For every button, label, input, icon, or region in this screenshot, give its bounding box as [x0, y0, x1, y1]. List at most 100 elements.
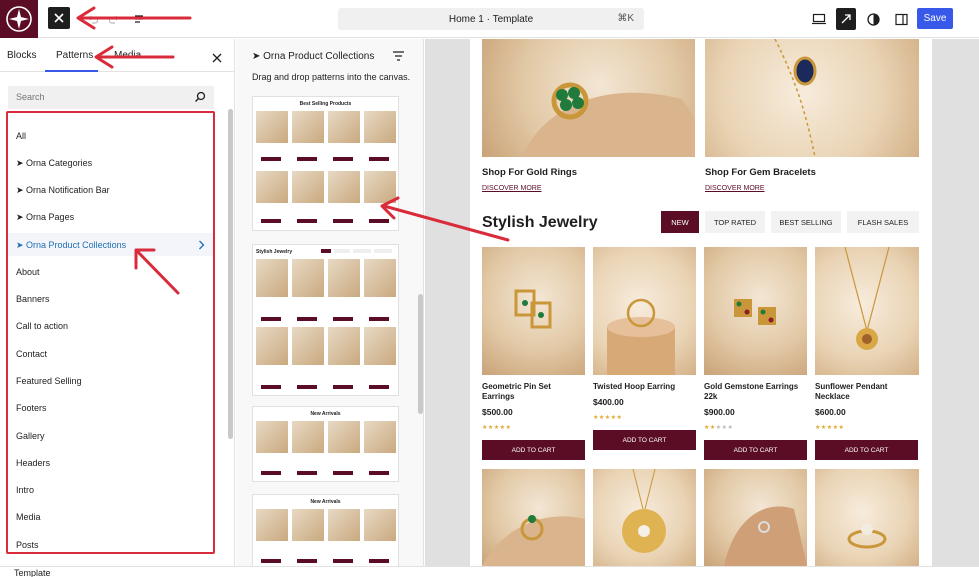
filter-tab-best-selling[interactable]: BEST SELLING	[771, 211, 841, 233]
tab-blocks[interactable]: Blocks	[7, 50, 36, 61]
preview-device-button[interactable]	[810, 10, 828, 28]
mini-cart-button	[261, 385, 281, 389]
category-item[interactable]: Contact	[16, 349, 47, 359]
pattern-preview-card[interactable]: Stylish Jewelry	[252, 244, 399, 396]
document-overview-button[interactable]	[130, 10, 148, 28]
pattern-search-field[interactable]: Search	[8, 86, 214, 109]
pattern-category-list: All ➤ Orna Categories ➤ Orna Notificatio…	[6, 111, 215, 554]
category-item[interactable]: ➤ Orna Categories	[16, 158, 92, 169]
close-icon	[54, 13, 64, 23]
sidebar-icon	[894, 13, 908, 25]
category-item-selected[interactable]: ➤ Orna Product Collections	[16, 240, 126, 251]
mini-cart-button	[369, 157, 389, 161]
filter-icon[interactable]	[393, 51, 404, 61]
pattern-preview-card[interactable]: New Arrivals	[252, 494, 399, 570]
category-item[interactable]: Banners	[16, 294, 50, 304]
add-to-cart-button[interactable]: ADD TO CART	[593, 430, 696, 450]
filter-tab-flash-sales[interactable]: FLASH SALES	[847, 211, 919, 233]
category-item[interactable]: Intro	[16, 485, 34, 495]
mini-product-image	[364, 327, 396, 365]
discover-more-link[interactable]: DISCOVER MORE	[482, 185, 542, 192]
undo-button[interactable]	[83, 10, 101, 28]
category-item[interactable]: Media	[16, 512, 41, 522]
product-image[interactable]	[815, 469, 919, 566]
category-item[interactable]: Footers	[16, 403, 47, 413]
command-palette-bar[interactable]: Home 1 · Template ⌘K	[338, 8, 644, 30]
product-image[interactable]	[593, 469, 696, 566]
mini-tab	[321, 249, 331, 253]
category-item[interactable]: Posts	[16, 540, 39, 550]
mini-cart-button	[297, 317, 317, 321]
tab-media[interactable]: Media	[114, 50, 141, 61]
category-item[interactable]: Call to action	[16, 321, 68, 331]
mini-product-image	[328, 509, 360, 541]
category-item[interactable]: ➤ Orna Pages	[16, 212, 74, 223]
bracelet-image	[774, 39, 817, 157]
product-name[interactable]: Sunflower Pendant Necklace	[815, 382, 915, 402]
mini-cart-button	[369, 219, 389, 223]
redo-button[interactable]	[106, 10, 124, 28]
category-item[interactable]: ➤ Orna Notification Bar	[16, 185, 110, 196]
pattern-scrollbar[interactable]	[418, 294, 423, 414]
add-to-cart-button[interactable]: ADD TO CART	[704, 440, 807, 460]
pattern-instructions: Drag and drop patterns into the canvas.	[252, 72, 411, 82]
product-name[interactable]: Gold Gemstone Earrings 22k	[704, 382, 804, 402]
mini-product-image	[328, 111, 360, 143]
hand-ring-image	[724, 506, 807, 566]
save-button[interactable]: Save	[917, 8, 953, 29]
shortcut-hint: ⌘K	[617, 13, 634, 24]
product-image[interactable]	[593, 247, 696, 375]
product-name[interactable]: Geometric Pin Set Earrings	[482, 382, 582, 402]
discover-more-link[interactable]: DISCOVER MORE	[705, 185, 765, 192]
product-image[interactable]	[704, 469, 807, 566]
mini-cart-button	[369, 471, 389, 475]
gold-ring-photo[interactable]	[482, 39, 695, 157]
pattern-preview-card[interactable]: Best Selling Products	[252, 96, 399, 231]
star-rating: ★★★★★	[593, 415, 623, 421]
ring-image	[522, 82, 695, 157]
flower-pendant-image	[622, 469, 666, 553]
mini-product-image	[292, 421, 324, 453]
category-item[interactable]: Featured Selling	[16, 376, 82, 386]
filter-tab-new[interactable]: NEW	[661, 211, 699, 233]
mini-cart-button	[369, 385, 389, 389]
promo-title: Shop For Gem Bracelets	[705, 167, 816, 178]
mini-product-image	[292, 509, 324, 541]
filter-tab-top-rated[interactable]: TOP RATED	[705, 211, 765, 233]
product-image[interactable]	[482, 247, 585, 375]
section-heading: Stylish Jewelry	[482, 214, 598, 231]
pattern-preview-card[interactable]: New Arrivals	[252, 406, 399, 482]
site-logo[interactable]	[0, 0, 38, 38]
hoop-image	[607, 298, 675, 375]
close-inserter-button[interactable]	[48, 7, 70, 29]
star-rating: ★★★★★	[704, 425, 734, 431]
category-scrollbar[interactable]	[228, 109, 233, 439]
product-image[interactable]	[482, 469, 585, 566]
add-to-cart-button[interactable]: ADD TO CART	[815, 440, 918, 460]
gem-bracelet-photo[interactable]	[705, 39, 919, 157]
mini-cart-button	[369, 559, 389, 563]
mini-product-image	[328, 421, 360, 453]
product-name[interactable]: Twisted Hoop Earring	[593, 382, 693, 392]
category-item[interactable]: About	[16, 267, 40, 277]
footer-breadcrumb[interactable]: Template	[14, 568, 51, 577]
styles-button[interactable]	[864, 10, 882, 28]
mini-product-image	[292, 111, 324, 143]
settings-sidebar-button[interactable]	[892, 10, 910, 28]
redo-icon	[109, 15, 119, 24]
category-item[interactable]: Gallery	[16, 431, 45, 441]
mini-cart-button	[333, 157, 353, 161]
product-image[interactable]	[815, 247, 919, 375]
product-image[interactable]	[704, 247, 807, 375]
tab-patterns[interactable]: Patterns	[56, 50, 93, 61]
category-item[interactable]: Headers	[16, 458, 50, 468]
view-page-button[interactable]	[836, 8, 856, 30]
mini-product-image	[364, 509, 396, 541]
mini-product-image	[256, 259, 288, 297]
mini-cart-button	[297, 157, 317, 161]
add-to-cart-button[interactable]: ADD TO CART	[482, 440, 585, 460]
category-item[interactable]: All	[16, 131, 26, 141]
desktop-icon	[812, 13, 826, 25]
close-panel-button[interactable]	[212, 50, 222, 68]
product-price: $400.00	[593, 397, 624, 407]
